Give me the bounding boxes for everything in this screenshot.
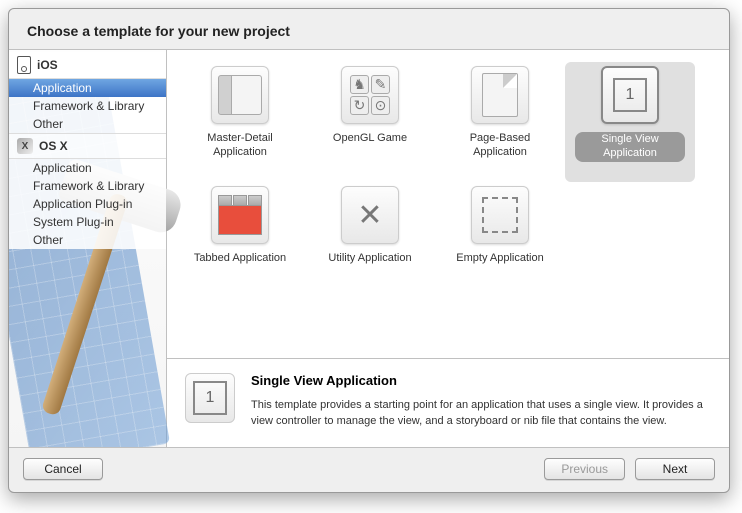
master-detail-icon [211, 66, 269, 124]
template-empty[interactable]: Empty Application [435, 182, 565, 302]
osx-icon [17, 138, 33, 154]
content-area: Master-Detail Application ♞✎↻⊙ OpenGL Ga… [167, 50, 729, 447]
cancel-button[interactable]: Cancel [23, 458, 103, 480]
sidebar: iOS Application Framework & Library Othe… [9, 50, 167, 447]
template-tabbed[interactable]: Tabbed Application [175, 182, 305, 302]
previous-button[interactable]: Previous [544, 458, 625, 480]
empty-icon [471, 186, 529, 244]
sidebar-item-osx-system-plugin[interactable]: System Plug-in [9, 213, 166, 231]
sidebar-group-label: iOS [37, 58, 58, 72]
next-button[interactable]: Next [635, 458, 715, 480]
template-single-view[interactable]: 1 Single View Application [565, 62, 695, 182]
tabbed-icon [211, 186, 269, 244]
template-master-detail[interactable]: Master-Detail Application [175, 62, 305, 182]
sidebar-group-label: OS X [39, 139, 68, 153]
sidebar-item-ios-application[interactable]: Application [9, 79, 166, 97]
sidebar-item-osx-app-plugin[interactable]: Application Plug-in [9, 195, 166, 213]
template-detail: 1 Single View Application This template … [167, 359, 729, 447]
page-title: Choose a template for your new project [9, 9, 729, 49]
template-page-based[interactable]: Page-Based Application [435, 62, 565, 182]
device-icon [17, 56, 31, 74]
detail-title: Single View Application [251, 373, 711, 388]
sidebar-item-osx-application[interactable]: Application [9, 159, 166, 177]
single-view-icon: 1 [601, 66, 659, 124]
sidebar-group-ios[interactable]: iOS [9, 52, 166, 79]
template-utility[interactable]: ✕ Utility Application [305, 182, 435, 302]
sidebar-item-ios-framework[interactable]: Framework & Library [9, 97, 166, 115]
template-grid: Master-Detail Application ♞✎↻⊙ OpenGL Ga… [167, 50, 729, 358]
template-opengl-game[interactable]: ♞✎↻⊙ OpenGL Game [305, 62, 435, 182]
template-chooser-window: Choose a template for your new project i… [8, 8, 730, 493]
utility-icon: ✕ [341, 186, 399, 244]
sidebar-item-osx-other[interactable]: Other [9, 231, 166, 249]
main-area: iOS Application Framework & Library Othe… [9, 49, 729, 448]
sidebar-list: iOS Application Framework & Library Othe… [9, 50, 166, 249]
detail-description: This template provides a starting point … [251, 398, 711, 429]
detail-icon: 1 [185, 373, 235, 423]
footer: Cancel Previous Next [9, 448, 729, 492]
sidebar-group-osx[interactable]: OS X [9, 133, 166, 159]
opengl-icon: ♞✎↻⊙ [341, 66, 399, 124]
sidebar-item-ios-other[interactable]: Other [9, 115, 166, 133]
page-icon [471, 66, 529, 124]
sidebar-item-osx-framework[interactable]: Framework & Library [9, 177, 166, 195]
